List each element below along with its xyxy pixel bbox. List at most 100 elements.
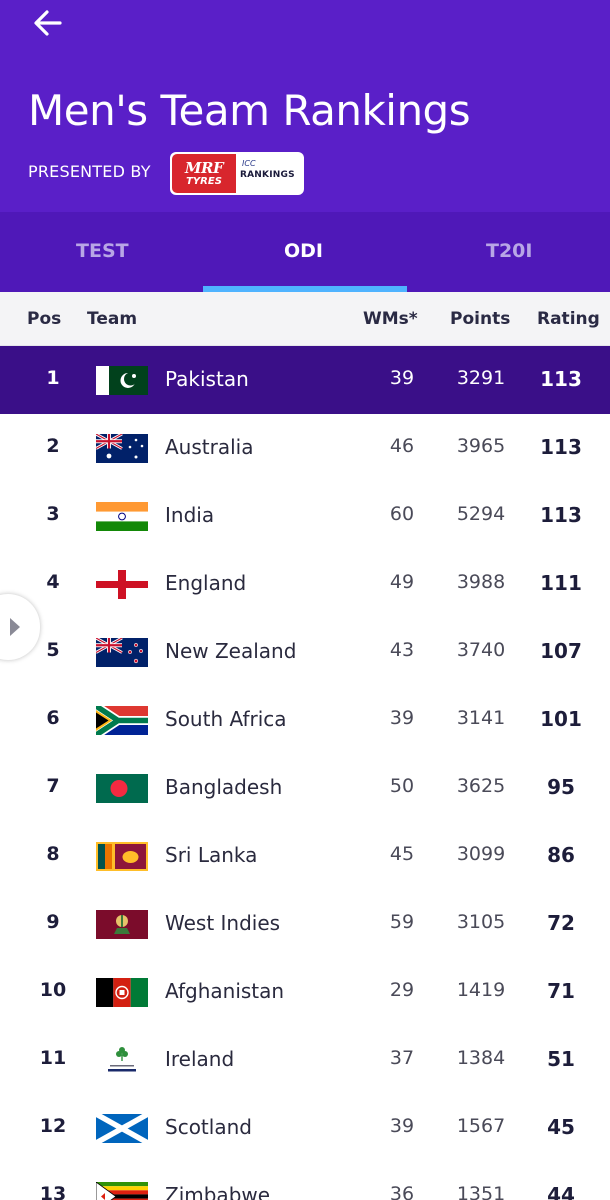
- south-africa-flag-icon: [96, 706, 148, 735]
- pakistan-flag-icon: [96, 366, 148, 395]
- team-name: Afghanistan: [165, 979, 285, 1003]
- west-indies-flag-icon: [96, 910, 148, 939]
- team-name: Sri Lanka: [165, 843, 258, 867]
- row-position: 8: [46, 843, 60, 865]
- row-points: 3965: [456, 435, 506, 457]
- icc-logo-text: ICC: [242, 159, 256, 168]
- row-rating: 113: [540, 503, 582, 527]
- app-header: Men's Team Rankings PRESENTED BY MRF TYR…: [0, 0, 610, 212]
- row-position: 1: [46, 367, 60, 389]
- row-rating: 113: [540, 367, 582, 391]
- mrf-logo: MRF TYRES: [172, 154, 236, 193]
- row-position: 9: [46, 911, 60, 933]
- row-wms: 43: [389, 639, 415, 661]
- team-name: Bangladesh: [165, 775, 283, 799]
- row-rating: 111: [540, 571, 582, 595]
- row-points: 5294: [456, 503, 506, 525]
- column-header-rating: Rating: [537, 309, 600, 329]
- row-position: 12: [39, 1115, 67, 1137]
- row-wms: 36: [389, 1183, 415, 1200]
- table-row[interactable]: 3 India 60 5294 113: [0, 482, 610, 550]
- sponsor-logo: MRF TYRES ICC RANKINGS: [170, 152, 304, 195]
- table-row[interactable]: 10 Afghanistan 29 1419 71: [0, 958, 610, 1026]
- rankings-logo-text: RANKINGS: [240, 170, 295, 180]
- table-row[interactable]: 8 Sri Lanka 45 3099 86: [0, 822, 610, 890]
- column-header-pos: Pos: [27, 309, 62, 329]
- row-rating: 45: [547, 1115, 575, 1139]
- page-title: Men's Team Rankings: [28, 86, 471, 135]
- table-row[interactable]: 13 Zimbabwe 36 1351 44: [0, 1162, 610, 1200]
- tab-odi[interactable]: ODI: [284, 240, 323, 262]
- row-rating: 107: [540, 639, 582, 663]
- row-position: 6: [46, 707, 60, 729]
- row-position: 4: [46, 571, 60, 593]
- team-name: Scotland: [165, 1115, 252, 1139]
- row-rating: 101: [540, 707, 582, 731]
- row-points: 3625: [456, 775, 506, 797]
- table-row[interactable]: 2 Australia 46 3965 113: [0, 414, 610, 482]
- row-rating: 72: [547, 911, 575, 935]
- presented-by-label: PRESENTED BY: [28, 162, 151, 181]
- new-zealand-flag-icon: [96, 638, 148, 667]
- row-rating: 71: [547, 979, 575, 1003]
- row-position: 5: [46, 639, 60, 661]
- team-name: Pakistan: [165, 367, 249, 391]
- tab-test[interactable]: TEST: [76, 240, 129, 262]
- ireland-logo-icon: [96, 1046, 148, 1075]
- row-points: 3141: [456, 707, 506, 729]
- row-points: 1567: [456, 1115, 506, 1137]
- bangladesh-flag-icon: [96, 774, 148, 803]
- row-points: 3291: [456, 367, 506, 389]
- row-wms: 45: [389, 843, 415, 865]
- table-row[interactable]: 4 England 49 3988 111: [0, 550, 610, 618]
- row-wms: 39: [389, 1115, 415, 1137]
- team-name: India: [165, 503, 215, 527]
- table-row[interactable]: 11 Ireland 37 1384 51: [0, 1026, 610, 1094]
- tab-t20i[interactable]: T20I: [486, 240, 532, 262]
- row-position: 13: [39, 1183, 67, 1200]
- row-wms: 50: [389, 775, 415, 797]
- sri-lanka-flag-icon: [96, 842, 148, 871]
- row-position: 10: [39, 979, 67, 1001]
- afghanistan-flag-icon: [96, 978, 148, 1007]
- column-header-wms: WMs*: [363, 309, 418, 329]
- table-row[interactable]: 5 New Zealand 43 3740 107: [0, 618, 610, 686]
- team-name: Zimbabwe: [165, 1183, 271, 1200]
- india-flag-icon: [96, 502, 148, 531]
- row-position: 3: [46, 503, 60, 525]
- row-rating: 95: [547, 775, 575, 799]
- scotland-flag-icon: [96, 1114, 148, 1143]
- team-name: England: [165, 571, 247, 595]
- column-header-team: Team: [87, 309, 138, 329]
- back-arrow-icon[interactable]: [30, 6, 66, 40]
- zimbabwe-flag-icon: [96, 1182, 148, 1200]
- england-flag-icon: [96, 570, 148, 599]
- row-points: 3105: [456, 911, 506, 933]
- row-rating: 86: [547, 843, 575, 867]
- row-wms: 46: [389, 435, 415, 457]
- row-position: 11: [39, 1047, 67, 1069]
- australia-flag-icon: [96, 434, 148, 463]
- table-row[interactable]: 12 Scotland 39 1567 45: [0, 1094, 610, 1162]
- team-name: Ireland: [165, 1047, 235, 1071]
- row-rating: 113: [540, 435, 582, 459]
- row-wms: 29: [389, 979, 415, 1001]
- row-wms: 39: [389, 367, 415, 389]
- column-header-points: Points: [450, 309, 511, 329]
- table-row[interactable]: 1 Pakistan 39 3291 113: [0, 346, 610, 414]
- team-name: Australia: [165, 435, 254, 459]
- table-row[interactable]: 9 West Indies 59 3105 72: [0, 890, 610, 958]
- chevron-right-icon: [10, 618, 20, 636]
- table-row[interactable]: 7 Bangladesh 50 3625 95: [0, 754, 610, 822]
- team-name: New Zealand: [165, 639, 297, 663]
- table-row[interactable]: 6 South Africa 39 3141 101: [0, 686, 610, 754]
- row-points: 1384: [456, 1047, 506, 1069]
- table-header: Pos Team WMs* Points Rating: [0, 292, 610, 346]
- team-name: West Indies: [165, 911, 281, 935]
- row-rating: 44: [547, 1183, 575, 1200]
- row-wms: 59: [389, 911, 415, 933]
- row-wms: 37: [389, 1047, 415, 1069]
- row-points: 1351: [456, 1183, 506, 1200]
- team-name: South Africa: [165, 707, 287, 731]
- row-position: 7: [46, 775, 60, 797]
